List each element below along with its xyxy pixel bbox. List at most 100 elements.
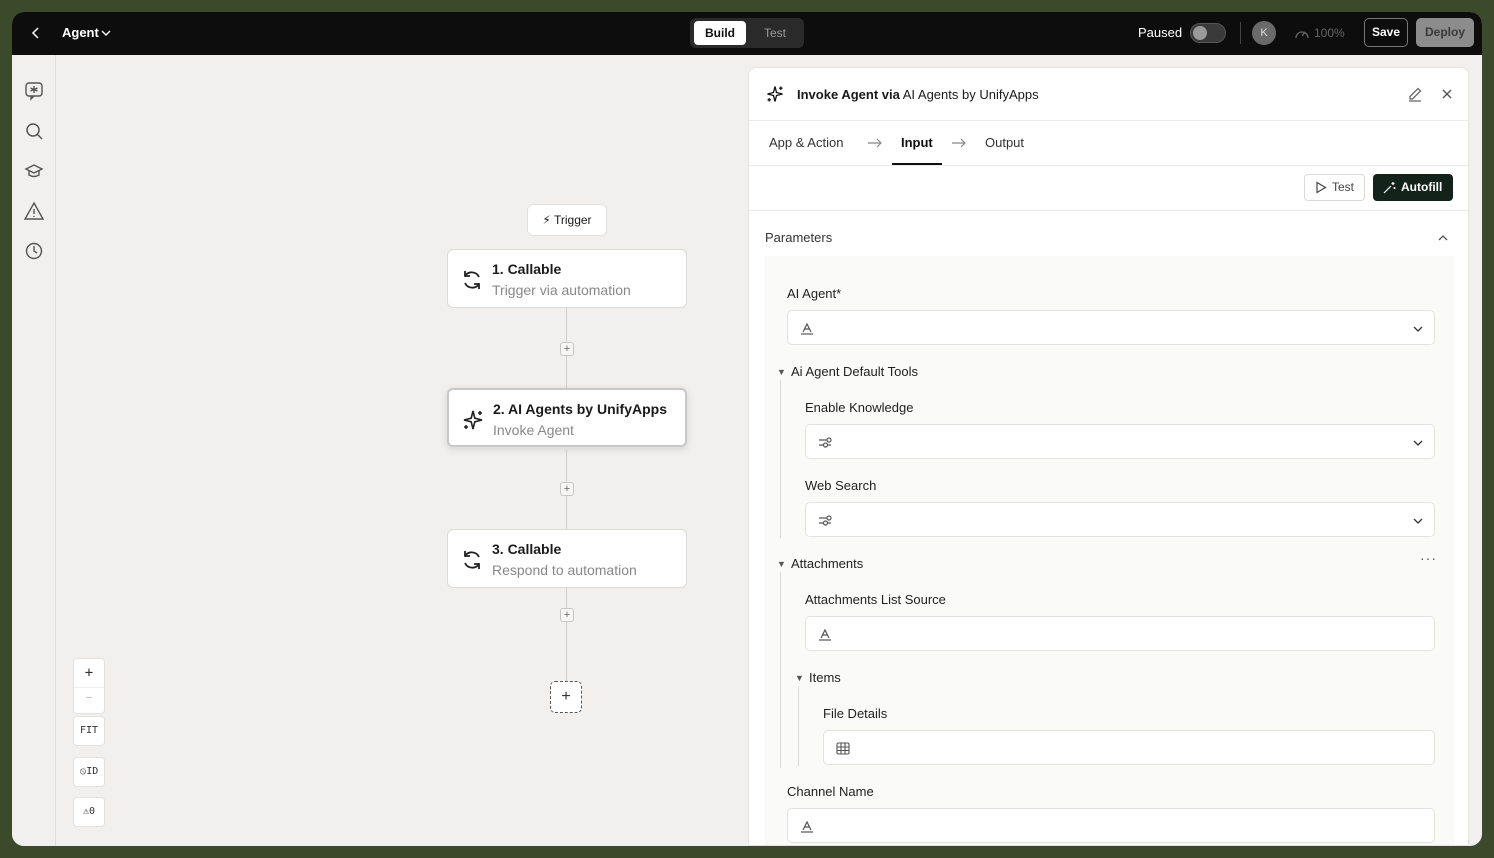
chevron-up-icon[interactable] <box>1437 232 1449 244</box>
node-subtitle: Trigger via automation <box>492 282 631 298</box>
node-subtitle: Respond to automation <box>492 562 637 578</box>
tree-guide <box>798 686 799 766</box>
agent-chat-icon[interactable] <box>24 81 44 101</box>
node-title: 1. Callable <box>492 261 562 277</box>
attachments-list-source-label: Attachments List Source <box>805 592 946 607</box>
lightning-icon: ⚡︎ <box>542 213 551 227</box>
agent-title[interactable]: Agent <box>62 25 99 40</box>
step-tabs: App & Action Input Output <box>749 121 1468 166</box>
default-tools-label[interactable]: Ai Agent Default Tools <box>791 364 918 379</box>
toggle-settings-icon <box>819 515 832 526</box>
text-type-icon <box>819 628 831 641</box>
connector-line <box>566 588 567 681</box>
warnings-button[interactable]: ⚠0 <box>73 797 105 827</box>
avatar[interactable]: K <box>1252 21 1276 45</box>
sparkles-icon <box>463 410 483 430</box>
chevron-down-icon <box>1413 326 1423 332</box>
play-icon <box>1316 181 1327 194</box>
app-window: Agent Build Test Paused K 100% Save Depl… <box>12 12 1482 846</box>
web-search-label: Web Search <box>805 478 877 493</box>
pause-toggle[interactable] <box>1190 23 1226 43</box>
workflow-canvas[interactable]: ⚡︎ Trigger 1. Callable Trigger via autom… <box>57 55 747 846</box>
build-mode-button[interactable]: Build <box>694 21 746 45</box>
active-tab-indicator <box>892 163 942 165</box>
history-icon[interactable] <box>24 241 44 261</box>
chevron-down-icon[interactable] <box>100 27 112 39</box>
items-label[interactable]: Items <box>809 670 841 685</box>
fit-button[interactable]: FIT <box>73 716 105 746</box>
arrow-right-icon <box>952 138 966 148</box>
add-step-button[interactable]: + <box>560 342 574 356</box>
sync-icon <box>464 271 480 289</box>
sync-icon <box>464 551 480 569</box>
search-icon[interactable] <box>24 121 44 141</box>
magic-wand-icon <box>1383 182 1396 194</box>
divider <box>1240 22 1241 44</box>
tab-input[interactable]: Input <box>901 135 933 150</box>
back-arrow-icon[interactable] <box>28 25 44 41</box>
panel-header: Invoke Agent via AI Agents by UnifyApps <box>749 68 1468 121</box>
close-icon[interactable] <box>1439 86 1455 102</box>
mode-switch: Build Test <box>690 18 804 48</box>
test-mode-button[interactable]: Test <box>750 21 800 45</box>
tab-app-action[interactable]: App & Action <box>769 135 843 150</box>
toggle-knob <box>1193 26 1207 40</box>
node-title: 3. Callable <box>492 541 562 557</box>
left-sidebar <box>12 55 56 846</box>
workflow-node-3[interactable]: 3. Callable Respond to automation <box>447 529 687 588</box>
test-label: Test <box>1332 180 1355 194</box>
paused-label: Paused <box>1138 25 1183 40</box>
tree-guide <box>780 380 781 538</box>
warning-icon[interactable] <box>24 201 44 221</box>
zoom-out-button[interactable]: — <box>74 687 104 714</box>
parameters-heading[interactable]: Parameters <box>765 230 832 245</box>
add-step-button[interactable]: + <box>560 482 574 496</box>
tree-guide <box>780 572 781 768</box>
node-subtitle: Invoke Agent <box>493 422 574 438</box>
pencil-icon[interactable] <box>1407 86 1423 102</box>
collapse-triangle-icon[interactable]: ▼ <box>777 559 786 569</box>
web-search-select[interactable] <box>805 502 1435 537</box>
test-step-button[interactable]: Test <box>1304 174 1365 201</box>
zoom-controls: + — <box>73 658 105 714</box>
step-config-panel: Invoke Agent via AI Agents by UnifyApps … <box>748 67 1469 846</box>
panel-title: Invoke Agent via AI Agents by UnifyApps <box>797 87 1039 102</box>
node-title: 2. AI Agents by UnifyApps <box>493 401 667 417</box>
autofill-label: Autofill <box>1401 180 1443 194</box>
graduation-cap-icon[interactable] <box>24 161 44 181</box>
table-icon <box>836 742 850 755</box>
add-step-button[interactable]: + <box>560 608 574 622</box>
parameters-section: AI Agent* ▼ Ai Agent Default Tools Enabl… <box>765 256 1454 845</box>
enable-knowledge-label: Enable Knowledge <box>805 400 914 415</box>
more-options-icon[interactable]: ··· <box>1420 550 1437 566</box>
workflow-node-1[interactable]: 1. Callable Trigger via automation <box>447 249 687 308</box>
deploy-button[interactable]: Deploy <box>1416 18 1474 47</box>
text-type-icon <box>801 820 813 833</box>
zoom-in-button[interactable]: + <box>74 659 104 687</box>
save-button[interactable]: Save <box>1364 18 1408 47</box>
chevron-down-icon <box>1413 518 1423 524</box>
channel-name-input[interactable] <box>787 808 1435 843</box>
top-bar: Agent Build Test Paused K 100% Save Depl… <box>12 12 1482 55</box>
text-type-icon <box>801 322 813 335</box>
gauge-icon <box>1295 31 1309 39</box>
file-details-label: File Details <box>823 706 888 721</box>
enable-knowledge-select[interactable] <box>805 424 1435 459</box>
collapse-triangle-icon[interactable]: ▼ <box>795 673 804 683</box>
workflow-node-2[interactable]: 2. AI Agents by UnifyApps Invoke Agent <box>447 388 687 447</box>
ai-agent-select[interactable] <box>787 310 1435 345</box>
trigger-button[interactable]: ⚡︎ Trigger <box>527 204 607 236</box>
file-details-input[interactable] <box>823 730 1435 765</box>
autofill-button[interactable]: Autofill <box>1373 174 1453 201</box>
collapse-triangle-icon[interactable]: ▼ <box>777 367 786 377</box>
id-toggle-button[interactable]: ⦸ID <box>73 757 105 787</box>
chevron-down-icon <box>1413 440 1423 446</box>
attachments-list-source-input[interactable] <box>805 616 1435 651</box>
tab-output[interactable]: Output <box>985 135 1024 150</box>
ai-agent-label: AI Agent* <box>787 286 842 301</box>
panel-actions: Test Autofill <box>749 166 1468 211</box>
add-final-step-button[interactable]: + <box>550 681 582 713</box>
attachments-label[interactable]: Attachments <box>791 556 863 571</box>
toggle-settings-icon <box>819 437 832 448</box>
arrow-right-icon <box>868 138 882 148</box>
